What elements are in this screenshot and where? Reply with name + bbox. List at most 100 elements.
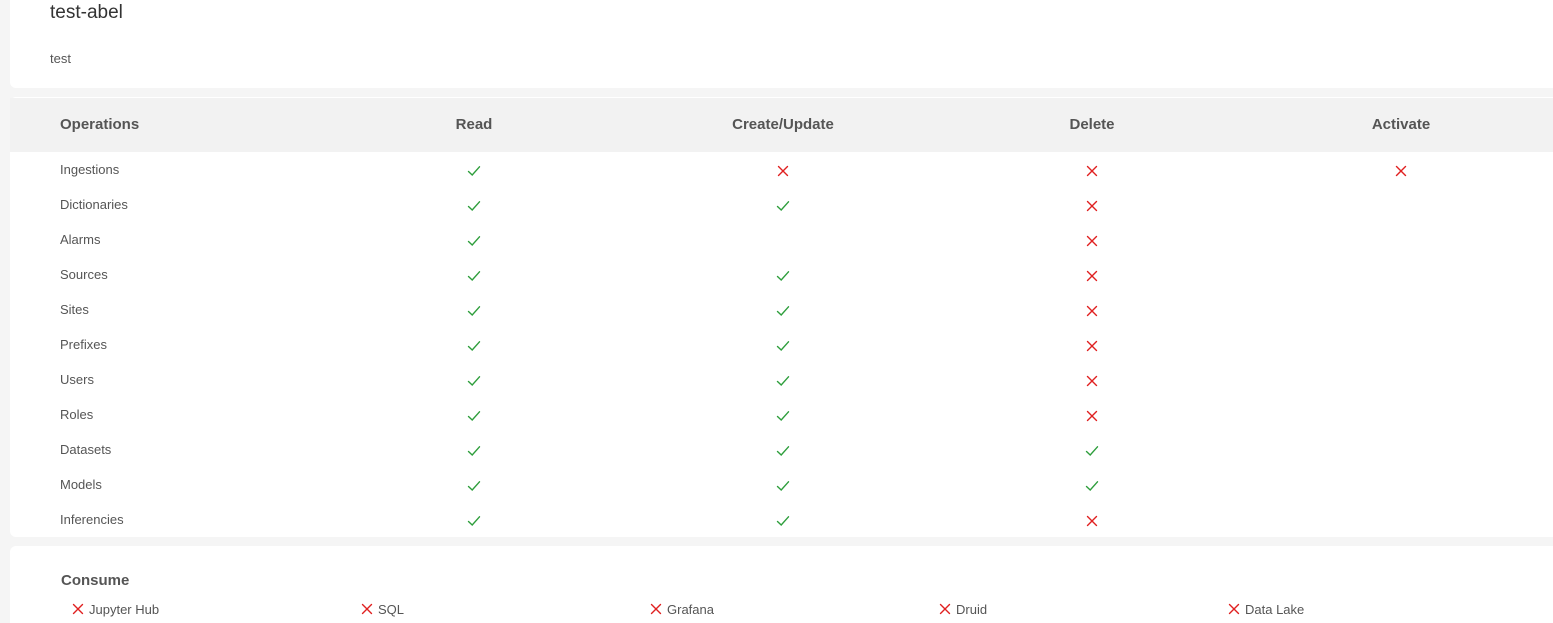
cross-icon bbox=[1228, 603, 1240, 615]
permission-cell-create-update bbox=[633, 257, 933, 292]
permission-cell-delete bbox=[942, 187, 1242, 222]
check-icon bbox=[467, 200, 481, 211]
role-detail-page: test-abel test Operations Read Create/Up… bbox=[0, 0, 1553, 623]
permission-cell-activate bbox=[1251, 502, 1551, 537]
check-icon bbox=[467, 165, 481, 176]
permission-cell-create-update bbox=[633, 292, 933, 327]
consume-item: Data Lake bbox=[1227, 602, 1304, 617]
permission-cell-read bbox=[324, 222, 624, 257]
cross-icon bbox=[939, 603, 951, 615]
permission-cell-activate bbox=[1251, 187, 1551, 222]
permission-cell-read bbox=[324, 432, 624, 467]
permission-cell-read bbox=[324, 327, 624, 362]
column-header-read: Read bbox=[455, 116, 493, 133]
check-icon bbox=[467, 480, 481, 491]
permission-cell-read bbox=[324, 467, 624, 502]
table-row: Sources bbox=[10, 257, 1553, 292]
permission-cell-activate bbox=[1251, 292, 1551, 327]
check-icon bbox=[467, 305, 481, 316]
column-header-activate: Activate bbox=[1371, 116, 1431, 133]
column-header-delete: Delete bbox=[1069, 116, 1115, 133]
cross-icon bbox=[777, 165, 789, 176]
check-icon bbox=[776, 375, 790, 386]
permission-cell-create-update bbox=[633, 187, 933, 222]
cross-icon bbox=[1086, 515, 1098, 526]
permission-cell-delete bbox=[942, 152, 1242, 187]
table-row: Sites bbox=[10, 292, 1553, 327]
operation-name: Dictionaries bbox=[60, 197, 128, 212]
permission-cell-activate bbox=[1251, 327, 1551, 362]
permission-cell-create-update bbox=[633, 152, 933, 187]
permission-cell-delete bbox=[942, 257, 1242, 292]
permission-cell-activate bbox=[1251, 222, 1551, 257]
table-row: Roles bbox=[10, 397, 1553, 432]
permissions-table-header: Operations Read Create/Update Delete Act… bbox=[10, 98, 1553, 152]
cross-icon bbox=[1086, 165, 1098, 176]
cross-icon bbox=[1086, 305, 1098, 316]
operation-name: Inferencies bbox=[60, 512, 124, 527]
permission-cell-create-update bbox=[633, 432, 933, 467]
cross-icon bbox=[650, 603, 662, 615]
permission-cell-activate bbox=[1251, 257, 1551, 292]
operation-name: Models bbox=[60, 477, 102, 492]
check-icon bbox=[467, 270, 481, 281]
consume-item-label: Jupyter Hub bbox=[89, 602, 160, 617]
consume-item: Jupyter Hub bbox=[71, 602, 159, 617]
check-icon bbox=[467, 375, 481, 386]
cross-icon bbox=[361, 603, 373, 615]
permission-cell-read bbox=[324, 362, 624, 397]
consume-item: Grafana bbox=[649, 602, 714, 617]
check-icon bbox=[776, 480, 790, 491]
permission-cell-read bbox=[324, 257, 624, 292]
check-icon bbox=[467, 515, 481, 526]
operation-name: Prefixes bbox=[60, 337, 107, 352]
role-description: test bbox=[50, 51, 71, 66]
permission-cell-activate bbox=[1251, 432, 1551, 467]
table-row: Inferencies bbox=[10, 502, 1553, 537]
permission-cell-read bbox=[324, 502, 624, 537]
consume-title: Consume bbox=[61, 572, 130, 589]
consume-item-label: Grafana bbox=[667, 602, 714, 617]
consume-item-label: SQL bbox=[378, 602, 405, 617]
permission-cell-read bbox=[324, 187, 624, 222]
cross-icon bbox=[1086, 270, 1098, 281]
permission-cell-read bbox=[324, 152, 624, 187]
permission-cell-delete bbox=[942, 432, 1242, 467]
consume-item: Druid bbox=[938, 602, 987, 617]
permission-cell-delete bbox=[942, 292, 1242, 327]
table-row: Dictionaries bbox=[10, 187, 1553, 222]
cross-icon bbox=[1086, 410, 1098, 421]
permission-cell-read bbox=[324, 397, 624, 432]
operation-name: Alarms bbox=[60, 232, 101, 247]
column-header-operations: Operations bbox=[60, 116, 140, 133]
cross-icon bbox=[72, 603, 84, 615]
consume-item-label: Druid bbox=[956, 602, 988, 617]
permission-cell-create-update bbox=[633, 467, 933, 502]
permission-cell-delete bbox=[942, 362, 1242, 397]
operation-name: Sources bbox=[60, 267, 108, 282]
check-icon bbox=[467, 235, 481, 246]
consume-item: SQL bbox=[360, 602, 404, 617]
cross-icon bbox=[1086, 235, 1098, 246]
table-row: Ingestions bbox=[10, 152, 1553, 187]
permission-cell-activate bbox=[1251, 362, 1551, 397]
permission-cell-create-update bbox=[633, 502, 933, 537]
check-icon bbox=[467, 340, 481, 351]
permissions-table-body: Ingestions Dictionaries Alarms Sources Sites… bbox=[10, 152, 1553, 537]
permission-cell-delete bbox=[942, 327, 1242, 362]
operation-name: Ingestions bbox=[60, 162, 120, 177]
table-row: Datasets bbox=[10, 432, 1553, 467]
operation-name: Datasets bbox=[60, 442, 112, 457]
permission-cell-delete bbox=[942, 397, 1242, 432]
operation-name: Sites bbox=[60, 302, 89, 317]
consume-card: Consume Jupyter Hub SQL Grafana Druid Data L… bbox=[10, 546, 1553, 623]
permission-cell-delete bbox=[942, 502, 1242, 537]
cross-icon bbox=[1086, 375, 1098, 386]
table-row: Alarms bbox=[10, 222, 1553, 257]
check-icon bbox=[776, 515, 790, 526]
consume-item-label: Data Lake bbox=[1245, 602, 1305, 617]
permission-cell-activate bbox=[1251, 152, 1551, 187]
check-icon bbox=[776, 270, 790, 281]
cross-icon bbox=[1086, 340, 1098, 351]
permission-cell-delete bbox=[942, 467, 1242, 502]
